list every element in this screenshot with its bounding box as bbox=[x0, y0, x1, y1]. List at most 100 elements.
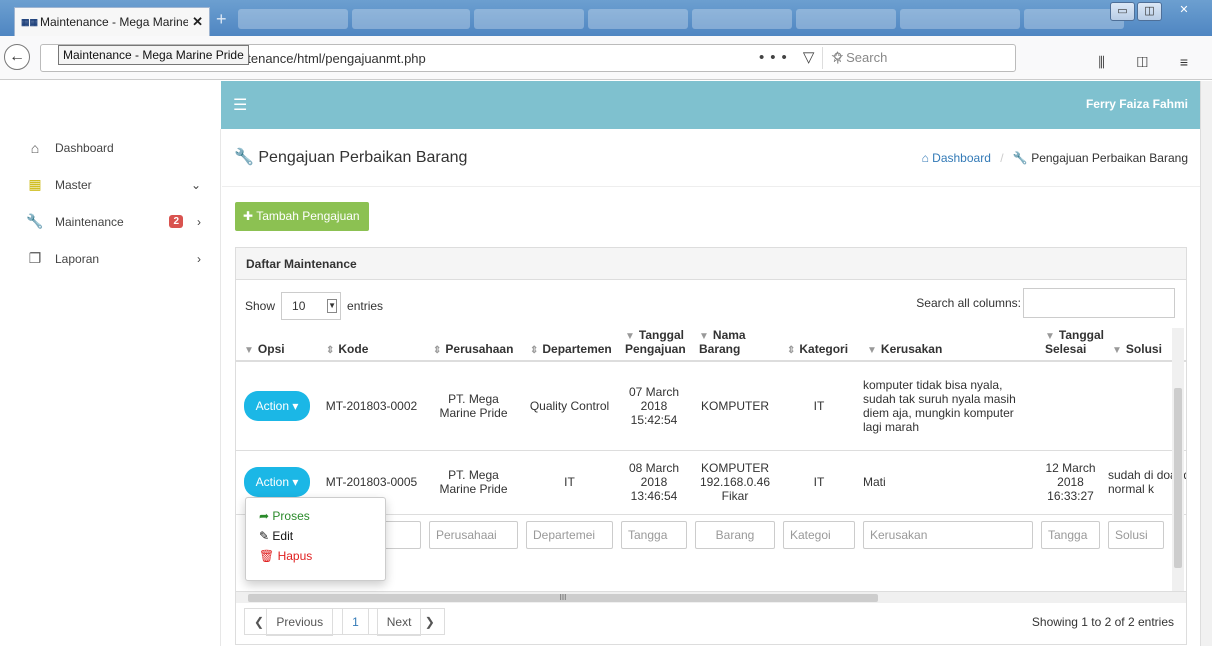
cell-departemen: IT bbox=[522, 449, 617, 514]
column-header-kategori[interactable]: ⇕ Kategori bbox=[779, 328, 859, 362]
tab-close-icon[interactable]: ✕ bbox=[192, 14, 203, 30]
column-header-perusahaan[interactable]: ⇕ Perusahaan bbox=[425, 328, 522, 362]
wrench-icon: 🔧 bbox=[234, 149, 254, 166]
page-title-text: Pengajuan Perbaikan Barang bbox=[258, 149, 468, 166]
close-window-icon[interactable]: ✕ bbox=[1164, 2, 1204, 21]
sort-icon: ▼ bbox=[244, 345, 254, 356]
cell-perusahaan: PT. Mega Marine Pride bbox=[425, 360, 522, 450]
menu-item-proses[interactable]: ➦ Proses bbox=[246, 506, 385, 526]
column-header-opsi[interactable]: ▼ Opsi bbox=[236, 328, 318, 362]
sort-icon: ▼ bbox=[699, 331, 709, 342]
cell-kategori: IT bbox=[779, 360, 859, 450]
sidebar-item-dashboard[interactable]: ⌂ Dashboard bbox=[0, 129, 221, 166]
filter-input-perusahaan[interactable]: Perusahaai bbox=[429, 521, 518, 550]
window-controls: ▭ ◫ ✕ bbox=[1110, 2, 1204, 21]
sidebar-item-master[interactable]: ▦ Master ⌄ bbox=[0, 166, 221, 203]
background-tab[interactable] bbox=[796, 9, 896, 29]
column-label: Departemen bbox=[542, 342, 612, 356]
sidebar-item-label: Master bbox=[55, 177, 92, 192]
forward-arrow-icon: ➦ bbox=[259, 509, 270, 523]
column-header-kode[interactable]: ⇕ Kode bbox=[318, 328, 425, 362]
menu-item-label: Edit bbox=[272, 529, 294, 543]
edit-icon: ✎ bbox=[259, 529, 270, 543]
cell-barang: KOMPUTER bbox=[691, 360, 779, 450]
column-header-departemen[interactable]: ⇕ Departemen bbox=[522, 328, 617, 362]
filter-input-kerusakan[interactable]: Kerusakan bbox=[863, 521, 1033, 550]
breadcrumb-separator: / bbox=[1000, 151, 1004, 165]
action-button[interactable]: Action ▾ bbox=[243, 467, 311, 497]
chevron-right-icon: › bbox=[197, 251, 201, 266]
show-label: Show bbox=[245, 299, 276, 313]
background-tab[interactable] bbox=[474, 9, 584, 29]
add-request-button[interactable]: ✚ Tambah Pengajuan bbox=[235, 202, 369, 231]
menu-item-edit[interactable]: ✎ Edit bbox=[246, 526, 385, 546]
column-header-tanggal[interactable]: ▼ Tanggal Pengajuan bbox=[617, 328, 691, 362]
action-button[interactable]: Action ▾ bbox=[243, 390, 311, 421]
cell-kode: MT-201803-0002 bbox=[318, 360, 425, 450]
filter-input-solusi[interactable]: Solusi bbox=[1108, 521, 1164, 550]
sort-icon: ▼ bbox=[867, 345, 877, 356]
sidebar-brand-area bbox=[0, 81, 221, 129]
panel-title: Daftar Maintenance bbox=[236, 248, 1186, 280]
breadcrumb-home[interactable]: ⌂ Dashboard bbox=[922, 151, 991, 165]
search-all-input[interactable] bbox=[1023, 288, 1175, 318]
user-name[interactable]: Ferry Faiza Fahmi bbox=[1086, 97, 1188, 111]
filter-input-departemen[interactable]: Departemei bbox=[526, 521, 613, 550]
sidebar-item-label: Laporan bbox=[55, 251, 100, 266]
search-placeholder: Search bbox=[846, 50, 888, 65]
table-horizontal-scrollbar[interactable]: III bbox=[236, 591, 1186, 603]
filter-input-kategori[interactable]: Kategoi bbox=[783, 521, 855, 550]
background-tab[interactable] bbox=[900, 9, 1020, 29]
sidebar-item-laporan[interactable]: ❐ Laporan › bbox=[0, 240, 221, 277]
page-vertical-scrollbar[interactable] bbox=[1200, 81, 1212, 646]
toolbar-icons[interactable]: ⫼ ◫ ≡ bbox=[1098, 54, 1202, 71]
background-tab[interactable] bbox=[1024, 9, 1124, 29]
column-label: Kode bbox=[338, 342, 369, 356]
filter-input-barang[interactable]: Barang bbox=[695, 521, 775, 550]
menu-item-hapus[interactable]: 🗑 Hapus bbox=[246, 546, 385, 566]
search-all-label: Search all columns: bbox=[916, 296, 1021, 310]
table-header-row: ▼ Opsi ⇕ Kode ⇕ Perusahaan ⇕ Departemen ▼ Tan… bbox=[236, 328, 1186, 362]
entries-label: entries bbox=[347, 299, 384, 313]
filter-cell: Tangga bbox=[1037, 513, 1104, 556]
files-icon: ❐ bbox=[28, 250, 42, 266]
table-vertical-scrollbar[interactable] bbox=[1172, 328, 1184, 591]
scrollbar-thumb[interactable] bbox=[1174, 388, 1182, 568]
sidebar-item-maintenance[interactable]: 🔧 Maintenance 2 › bbox=[0, 203, 221, 240]
background-tab[interactable] bbox=[238, 9, 348, 29]
menu-toggle-icon[interactable]: ☰ bbox=[233, 95, 247, 115]
scrollbar-thumb[interactable]: III bbox=[248, 594, 878, 602]
background-tab[interactable] bbox=[352, 9, 470, 29]
cell-selesai bbox=[1037, 360, 1104, 450]
showing-info: Showing 1 to 2 of 2 entries bbox=[1031, 615, 1174, 629]
page-length-control: Show 10 ▼ entries bbox=[245, 292, 383, 320]
sort-icon: ▼ bbox=[1112, 345, 1122, 356]
browser-tab-active[interactable]: ▦▦ Maintenance - Mega Marine Pr ✕ bbox=[14, 7, 210, 36]
minimize-icon[interactable]: ▭ bbox=[1110, 2, 1135, 21]
back-arrow-icon[interactable]: ← bbox=[4, 44, 30, 70]
background-tab[interactable] bbox=[692, 9, 792, 29]
trash-icon: 🗑 bbox=[259, 549, 275, 563]
column-label: Kategori bbox=[799, 342, 849, 356]
column-header-barang[interactable]: ▼ Nama Barang bbox=[691, 328, 779, 362]
page-length-value: 10 bbox=[292, 299, 306, 313]
previous-page-button[interactable]: ❮ Previous bbox=[244, 608, 344, 636]
next-page-button[interactable]: Next ❯ bbox=[367, 608, 445, 636]
column-label: Perusahaan bbox=[445, 342, 514, 356]
page-1-button[interactable]: 1 bbox=[342, 608, 369, 635]
action-dropdown-menu: ➦ Proses ✎ Edit 🗑 Hapus bbox=[245, 497, 386, 581]
breadcrumb-home-label: Dashboard bbox=[932, 151, 991, 165]
sidebar-item-label: Dashboard bbox=[55, 140, 114, 155]
column-header-kerusakan[interactable]: ▼ Kerusakan bbox=[859, 328, 1037, 362]
browser-search-box[interactable]: ⚲ Search bbox=[822, 47, 1028, 69]
background-tab[interactable] bbox=[588, 9, 688, 29]
cell-selesai: 12 March 2018 16:33:27 bbox=[1037, 449, 1104, 514]
new-tab-icon[interactable]: + bbox=[216, 10, 234, 29]
page-length-select[interactable]: 10 ▼ bbox=[281, 292, 342, 320]
cell-barang: KOMPUTER 192.168.0.46 Fikar bbox=[691, 449, 779, 514]
cell-kategori: IT bbox=[779, 449, 859, 514]
filter-input-tanggal[interactable]: Tangga bbox=[621, 521, 687, 550]
column-header-selesai[interactable]: ▼ Tanggal Selesai bbox=[1037, 328, 1104, 362]
maximize-icon[interactable]: ◫ bbox=[1137, 2, 1162, 21]
filter-input-selesai[interactable]: Tangga bbox=[1041, 521, 1100, 550]
